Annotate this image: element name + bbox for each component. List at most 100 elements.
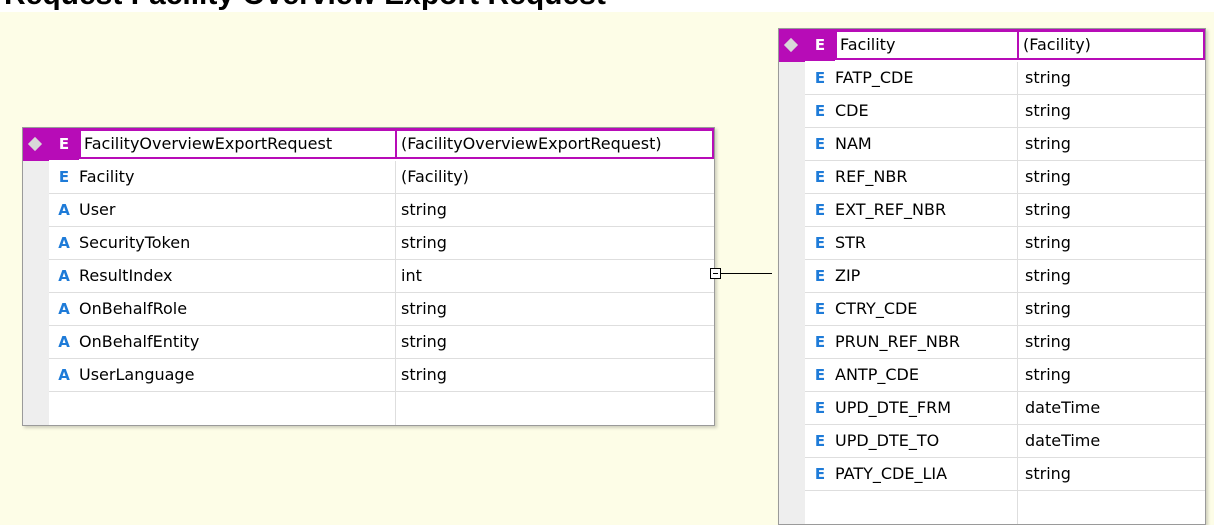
field-type: string (1025, 332, 1071, 351)
column-divider (395, 359, 396, 392)
field-type: string (401, 332, 447, 351)
column-divider (1017, 293, 1018, 326)
attribute-icon: A (58, 267, 70, 285)
field-name: User (79, 200, 116, 219)
entity-row[interactable]: E PRUN_REF_NBR string (779, 326, 1205, 359)
row-gutter (779, 128, 805, 161)
attribute-icon: A (58, 333, 70, 351)
element-icon: E (814, 333, 826, 351)
entity-type: (FacilityOverviewExportRequest) (401, 134, 662, 153)
row-gutter (779, 260, 805, 293)
field-type: string (1025, 167, 1071, 186)
entity-row[interactable]: E Facility (Facility) (23, 161, 714, 194)
entity-row[interactable]: A SecurityToken string (23, 227, 714, 260)
field-type: dateTime (1025, 431, 1101, 450)
entity-row[interactable]: A OnBehalfRole string (23, 293, 714, 326)
row-gutter (779, 425, 805, 458)
field-name: REF_NBR (835, 167, 908, 186)
row-gutter (23, 326, 49, 359)
diamond-icon (783, 37, 799, 53)
field-name: OnBehalfRole (79, 299, 188, 318)
empty-row[interactable] (23, 392, 714, 425)
entity-row[interactable]: E NAM string (779, 128, 1205, 161)
entity-row[interactable]: E FATP_CDE string (779, 62, 1205, 95)
field-name: ResultIndex (79, 266, 173, 285)
collapse-toggle-icon[interactable] (710, 268, 721, 279)
entity-row[interactable]: E UPD_DTE_FRM dateTime (779, 392, 1205, 425)
element-icon: E (814, 135, 826, 153)
entity-row[interactable]: A User string (23, 194, 714, 227)
entity-row[interactable]: E EXT_REF_NBR string (779, 194, 1205, 227)
row-gutter (779, 392, 805, 425)
element-icon: E (814, 102, 826, 120)
field-name: PRUN_REF_NBR (835, 332, 960, 351)
column-divider (1017, 491, 1018, 524)
row-gutter (23, 227, 49, 260)
field-type: int (401, 266, 422, 285)
element-icon: E (814, 465, 826, 483)
element-icon: E (58, 168, 70, 186)
entity-facility-overview-export-request[interactable]: E FacilityOverviewExportRequest (Facilit… (22, 127, 715, 426)
field-type: string (1025, 266, 1071, 285)
field-name: STR (835, 233, 867, 252)
attribute-icon: A (58, 234, 70, 252)
field-name: UPD_DTE_TO (835, 431, 940, 450)
row-gutter (23, 161, 49, 194)
entity-row[interactable]: E UPD_DTE_TO dateTime (779, 425, 1205, 458)
element-kind-icon: E (49, 128, 79, 160)
entity-row[interactable]: A ResultIndex int (23, 260, 714, 293)
column-divider (395, 392, 396, 425)
entity-row[interactable]: E STR string (779, 227, 1205, 260)
element-icon: E (814, 201, 826, 219)
entity-row[interactable]: E CDE string (779, 95, 1205, 128)
field-type: string (1025, 134, 1071, 153)
element-icon: E (814, 168, 826, 186)
row-gutter (779, 95, 805, 128)
entity-header-gutter (23, 128, 49, 161)
column-divider (1017, 128, 1018, 161)
row-gutter (779, 359, 805, 392)
entity-facility[interactable]: E Facility (Facility) E FATP_CDE string E CD… (778, 28, 1206, 525)
field-type: string (1025, 233, 1071, 252)
field-type: string (401, 365, 447, 384)
column-divider (1017, 227, 1018, 260)
row-gutter (779, 161, 805, 194)
page-title-text: Request Facility Overview Export Request (4, 0, 606, 12)
field-type: string (1025, 68, 1071, 87)
column-divider (395, 326, 396, 359)
attribute-icon: A (58, 366, 70, 384)
field-type: string (1025, 299, 1071, 318)
column-divider (1017, 194, 1018, 227)
element-icon: E (814, 234, 826, 252)
entity-row[interactable]: E ZIP string (779, 260, 1205, 293)
entity-row[interactable]: E CTRY_CDE string (779, 293, 1205, 326)
field-name: CDE (835, 101, 869, 120)
relationship-line (721, 273, 772, 274)
field-name: ANTP_CDE (835, 365, 919, 384)
field-name: UserLanguage (79, 365, 195, 384)
entity-header[interactable]: E FacilityOverviewExportRequest (Facilit… (23, 128, 714, 161)
entity-row[interactable]: A UserLanguage string (23, 359, 714, 392)
entity-row[interactable]: E ANTP_CDE string (779, 359, 1205, 392)
field-type: string (1025, 101, 1071, 120)
entity-row[interactable]: E PATY_CDE_LIA string (779, 458, 1205, 491)
empty-row[interactable] (779, 491, 1205, 524)
element-icon: E (814, 69, 826, 87)
field-type: string (401, 299, 447, 318)
element-kind-icon: E (805, 29, 835, 61)
row-gutter (779, 62, 805, 95)
row-gutter (779, 194, 805, 227)
entity-name: Facility (840, 35, 896, 54)
entity-row[interactable]: E REF_NBR string (779, 161, 1205, 194)
element-icon: E (814, 399, 826, 417)
row-gutter (23, 293, 49, 326)
column-divider (1017, 161, 1018, 194)
entity-header[interactable]: E Facility (Facility) (779, 29, 1205, 62)
element-icon: E (814, 300, 826, 318)
entity-row[interactable]: A OnBehalfEntity string (23, 326, 714, 359)
field-name: Facility (79, 167, 135, 186)
column-divider (395, 227, 396, 260)
row-gutter (23, 194, 49, 227)
field-name: OnBehalfEntity (79, 332, 200, 351)
row-gutter (779, 491, 805, 524)
